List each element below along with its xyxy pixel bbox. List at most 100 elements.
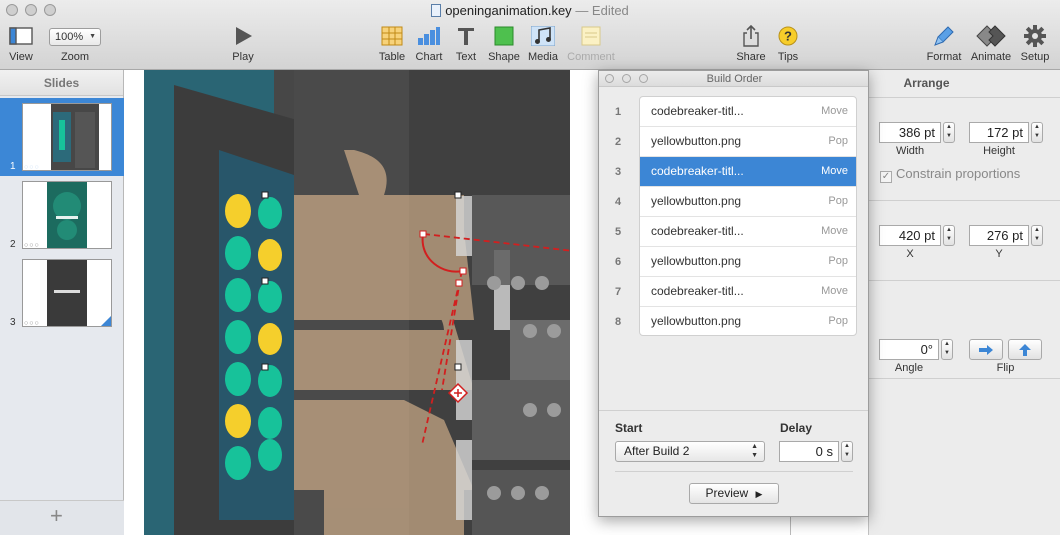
build-list-item-selected[interactable]: codebreaker-titl... Move (640, 157, 856, 187)
width-field[interactable]: 386 pt (879, 122, 941, 143)
slides-sidebar: Slides 1 ○○○ 2 ○○○ 3 ○○○ + (0, 70, 124, 535)
build-number: 3 (615, 166, 622, 178)
checkmark-icon: ✓ (880, 171, 892, 183)
y-stepper[interactable]: ▲ ▼ (1031, 225, 1043, 246)
preview-label: Preview (705, 486, 749, 500)
media-label: Media (528, 51, 558, 63)
slide-preview-3 (22, 259, 112, 327)
constrain-proportions-checkbox[interactable]: ✓ Constrain proportions (880, 166, 1020, 183)
comment-icon (561, 24, 621, 48)
slide-thumbnail-3[interactable]: 3 ○○○ (0, 254, 124, 332)
delay-label: Delay (780, 421, 813, 435)
build-number: 4 (615, 196, 622, 208)
build-object-name: yellowbutton.png (651, 194, 742, 208)
build-order-panel: Build Order 1 2 3 4 5 6 7 8 codebreaker-… (598, 70, 869, 517)
slide-number: 3 (10, 317, 16, 328)
play-label: Play (232, 51, 254, 63)
width-label: Width (895, 145, 925, 157)
document-name: openinganimation.key (445, 3, 572, 18)
inspector-title: Arrange (903, 76, 950, 90)
divider (869, 280, 1060, 281)
build-object-name: codebreaker-titl... (651, 164, 744, 178)
toolbar: openinganimation.key — Edited View 100% … (0, 0, 1060, 70)
hand-overlays (294, 150, 474, 535)
build-object-name: codebreaker-titl... (651, 104, 744, 118)
zoom-control[interactable]: 100% ▼ Zoom (45, 24, 105, 63)
build-dots-icon: ○○○ (24, 164, 40, 171)
svg-text:?: ? (784, 29, 792, 44)
slide-preview-2 (22, 181, 112, 249)
build-effect: Move (821, 225, 848, 237)
slide-preview-1 (22, 103, 112, 171)
build-effect: Move (821, 105, 848, 117)
build-list-item[interactable]: yellowbutton.png Pop (640, 247, 856, 277)
x-label: X (906, 248, 914, 260)
edited-status: — Edited (575, 3, 629, 18)
slide-thumbnail-2[interactable]: 2 ○○○ (0, 176, 124, 254)
gear-icon (1005, 24, 1060, 48)
build-dots-icon: ○○○ (24, 320, 40, 327)
arrow-right-icon (979, 344, 993, 355)
start-popup[interactable]: After Build 2 ▲ ▼ (615, 441, 765, 462)
slide-number: 1 (10, 161, 16, 172)
build-list-item[interactable]: codebreaker-titl... Move (640, 217, 856, 247)
height-field[interactable]: 172 pt (969, 122, 1029, 143)
build-object-name: yellowbutton.png (651, 314, 742, 328)
angle-field[interactable]: 0° (879, 339, 939, 360)
panel-title: Build Order (706, 73, 763, 85)
y-field[interactable]: 276 pt (969, 225, 1029, 246)
build-effect: Pop (828, 255, 848, 267)
build-effect: Move (821, 285, 848, 297)
build-list-item[interactable]: yellowbutton.png Pop (640, 307, 856, 335)
delay-stepper[interactable]: ▲ ▼ (841, 441, 853, 462)
setup-button[interactable]: Setup (1005, 24, 1060, 63)
panel-titlebar: Build Order (599, 71, 868, 87)
divider (615, 471, 853, 472)
up-down-arrows-icon: ▲ ▼ (751, 443, 758, 459)
arrow-up-icon (1019, 343, 1031, 356)
build-number: 5 (615, 226, 622, 238)
build-list-item[interactable]: codebreaker-titl... Move (640, 97, 856, 127)
build-effect: Pop (828, 195, 848, 207)
build-dots-icon: ○○○ (24, 242, 40, 249)
build-effect: Pop (828, 315, 848, 327)
setup-label: Setup (1020, 51, 1050, 63)
view-button[interactable]: View (0, 24, 51, 63)
angle-stepper[interactable]: ▲ ▼ (941, 339, 953, 360)
height-stepper[interactable]: ▲ ▼ (1031, 122, 1043, 143)
x-stepper[interactable]: ▲ ▼ (943, 225, 955, 246)
slide-artwork (144, 70, 570, 535)
slide-canvas[interactable] (144, 70, 570, 535)
flip-horizontal-button[interactable] (969, 339, 1003, 360)
build-list-item[interactable]: codebreaker-titl... Move (640, 277, 856, 307)
height-label: Height (983, 145, 1015, 157)
comment-button[interactable]: Comment (561, 24, 621, 63)
build-object-name: codebreaker-titl... (651, 224, 744, 238)
build-effect: Move (821, 165, 848, 177)
build-list-item[interactable]: yellowbutton.png Pop (640, 127, 856, 157)
build-number: 2 (615, 136, 622, 148)
play-button[interactable]: Play (213, 24, 273, 63)
zoom-label: Zoom (60, 51, 90, 63)
divider (869, 200, 1060, 201)
slide-thumbnail-1[interactable]: 1 ○○○ (0, 98, 124, 176)
start-label: Start (615, 421, 643, 435)
flip-vertical-button[interactable] (1008, 339, 1042, 360)
zoom-select[interactable]: 100% ▼ (49, 28, 101, 46)
chevron-down-icon: ▼ (89, 33, 96, 40)
build-list-item[interactable]: yellowbutton.png Pop (640, 187, 856, 217)
x-field[interactable]: 420 pt (879, 225, 941, 246)
play-icon (213, 24, 273, 48)
delay-field[interactable]: 0 s (779, 441, 839, 462)
divider (869, 97, 1060, 98)
tips-label: Tips (777, 51, 799, 63)
window-title: openinganimation.key — Edited (0, 3, 1060, 18)
preview-button[interactable]: Preview ▶ (689, 483, 779, 504)
build-number: 6 (615, 256, 622, 268)
sidebar-title: Slides (0, 70, 123, 96)
tips-button[interactable]: ? Tips (758, 24, 818, 63)
width-stepper[interactable]: ▲ ▼ (943, 122, 955, 143)
view-icon (0, 24, 51, 48)
zoom-value: 100% (55, 31, 84, 43)
add-slide-button[interactable]: + (50, 505, 63, 527)
